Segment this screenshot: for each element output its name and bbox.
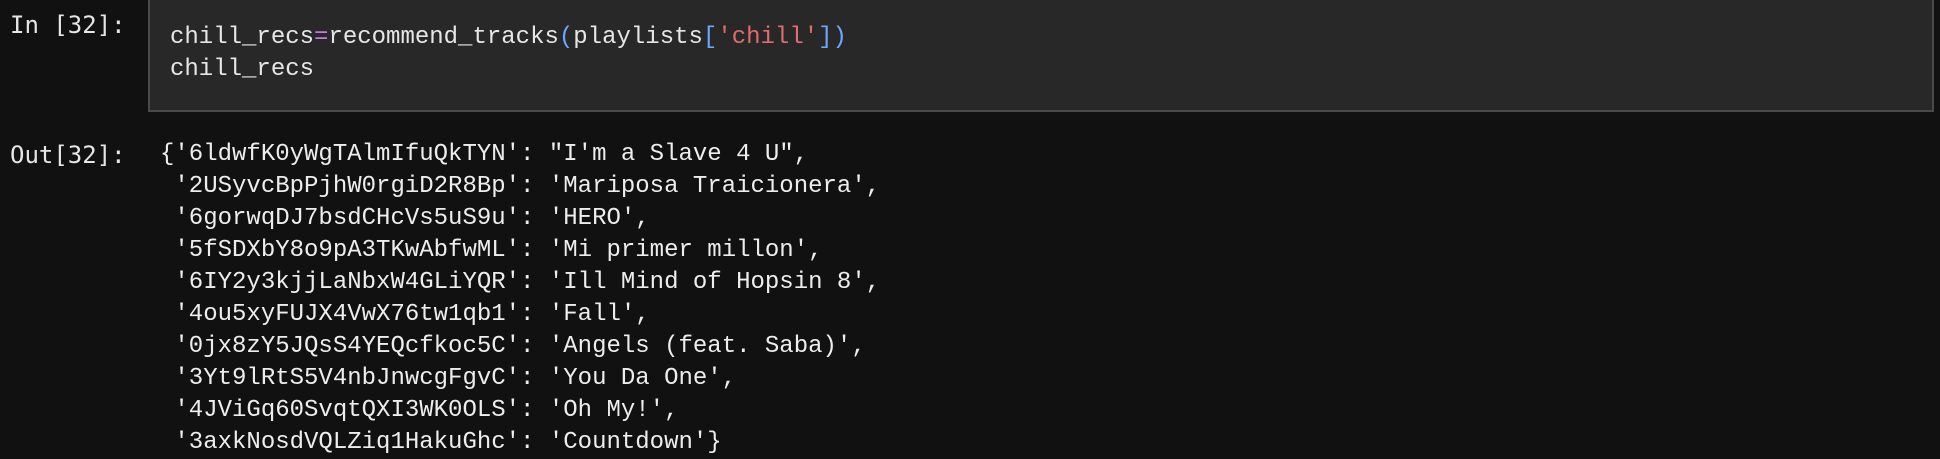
input-prompt: In [32]: — [10, 11, 126, 39]
output-line: '3Yt9lRtS5V4nbJnwcgFgvC': 'You Da One', — [160, 365, 737, 392]
code-operator: = — [314, 24, 329, 51]
output-line: {'6ldwfK0yWgTAlmIfuQkTYN': "I'm a Slave … — [160, 141, 809, 168]
output-line: '3axkNosdVQLZiq1HakuGhc': 'Countdown'} — [160, 429, 722, 456]
code-line-2: chill_recs — [170, 56, 315, 83]
output-line: '4JViGq60SvqtQXI3WK0OLS': 'Oh My!', — [160, 397, 679, 424]
code-open-paren: ( — [558, 24, 574, 51]
output-prompt: Out[32]: — [10, 141, 126, 169]
code-variable: chill_recs — [170, 24, 315, 51]
code-function: recommend_tracks — [328, 24, 559, 51]
output-line: '0jx8zY5JQsS4YEQcfkoc5C': 'Angels (feat.… — [160, 333, 866, 360]
output-line: '6gorwqDJ7bsdCHcVs5uS9u': 'HERO', — [160, 205, 650, 232]
code-input-cell[interactable]: chill_recs=recommend_tracks(playlists['c… — [148, 0, 1934, 112]
output-area: {'6ldwfK0yWgTAlmIfuQkTYN': "I'm a Slave … — [160, 139, 880, 459]
code-close-paren: ) — [832, 24, 847, 51]
code-close-bracket: ] — [818, 24, 833, 51]
code-editor[interactable]: chill_recs=recommend_tracks(playlists['c… — [170, 22, 847, 86]
output-line: '4ou5xyFUJX4VwX76tw1qb1': 'Fall', — [160, 301, 650, 328]
output-line: '5fSDXbY8o9pA3TKwAbfwML': 'Mi primer mil… — [160, 237, 823, 264]
output-line: '2USyvcBpPjhW0rgiD2R8Bp': 'Mariposa Trai… — [160, 173, 881, 200]
code-string-key: 'chill' — [717, 24, 819, 51]
code-argument: playlists — [573, 24, 703, 51]
code-open-bracket: [ — [702, 24, 718, 51]
output-line: '6IY2y3kjjLaNbxW4GLiYQR': 'Ill Mind of H… — [160, 269, 881, 296]
code-line-1: chill_recs=recommend_tracks(playlists['c… — [170, 22, 847, 54]
